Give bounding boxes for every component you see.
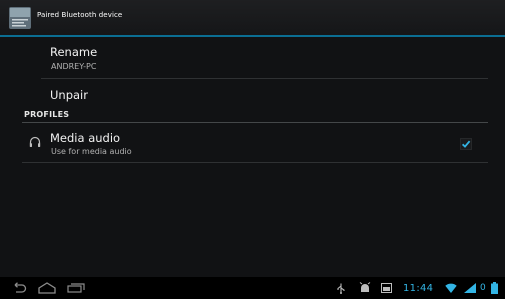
usb-icon	[337, 283, 345, 294]
section-rule	[22, 122, 488, 123]
screen: Paired Bluetooth device Rename ANDREY-PC…	[0, 0, 505, 299]
rename-label[interactable]: Rename	[50, 45, 97, 59]
profile-title[interactable]: Media audio	[50, 131, 120, 145]
clock[interactable]: 11:44	[403, 283, 433, 294]
signal-text: 0	[480, 283, 486, 293]
headphones-icon	[29, 136, 41, 147]
battery-icon	[491, 282, 498, 294]
back-icon[interactable]	[11, 282, 27, 294]
action-bar-underline	[0, 35, 505, 37]
screenshot-icon	[381, 283, 392, 293]
settings-icon[interactable]	[9, 7, 31, 29]
signal-icon	[464, 283, 476, 293]
unpair-label[interactable]: Unpair	[50, 88, 88, 102]
divider	[41, 78, 488, 79]
divider	[22, 162, 488, 163]
media-audio-checkbox[interactable]	[460, 138, 472, 150]
action-bar: Paired Bluetooth device	[0, 0, 505, 35]
profile-summary: Use for media audio	[51, 147, 132, 156]
section-header-profiles: PROFILES	[24, 110, 70, 119]
rename-value: ANDREY-PC	[51, 62, 97, 71]
page-title: Paired Bluetooth device	[37, 11, 123, 19]
home-icon[interactable]	[38, 282, 56, 294]
debug-icon	[359, 282, 371, 292]
recent-apps-icon[interactable]	[67, 283, 85, 293]
wifi-icon	[445, 283, 457, 293]
